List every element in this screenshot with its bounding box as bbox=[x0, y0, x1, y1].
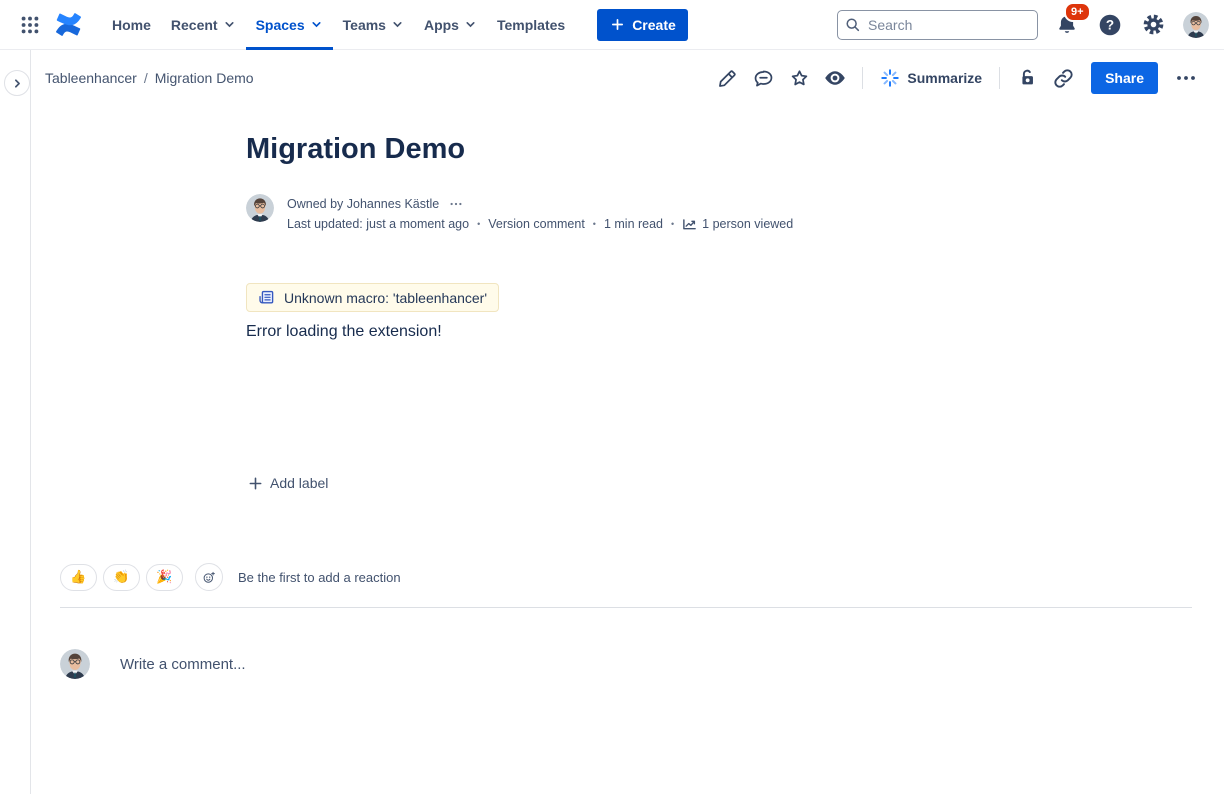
read-time: 1 min read bbox=[604, 214, 663, 234]
add-emoji-icon bbox=[202, 569, 216, 586]
byline-meta: Last updated: just a moment ago • Versio… bbox=[287, 214, 793, 234]
svg-text:?: ? bbox=[1106, 17, 1114, 32]
nav-recent-label: Recent bbox=[171, 17, 218, 33]
nav-home-label: Home bbox=[112, 17, 151, 33]
reactions-bar: 👍 👏 🎉 Be the first to add a reaction bbox=[60, 563, 401, 591]
views-label: 1 person viewed bbox=[702, 214, 793, 234]
nav-apps[interactable]: Apps bbox=[414, 0, 487, 50]
nav-teams[interactable]: Teams bbox=[333, 0, 414, 50]
last-updated-link[interactable]: Last updated: just a moment ago bbox=[287, 214, 469, 234]
nav-apps-label: Apps bbox=[424, 17, 459, 33]
app-switcher-icon[interactable] bbox=[16, 11, 44, 39]
unlock-icon[interactable] bbox=[1011, 62, 1043, 94]
chevron-down-icon bbox=[391, 18, 404, 31]
meta-separator: • bbox=[593, 214, 596, 234]
byline-text: Owned by Johannes Kästle Last updated: j… bbox=[287, 194, 793, 234]
add-label-text: Add label bbox=[270, 475, 328, 491]
thumbs-up-emoji: 👍 bbox=[70, 569, 86, 585]
create-button[interactable]: Create bbox=[597, 9, 688, 41]
add-reaction-button[interactable] bbox=[195, 563, 223, 591]
analytics-trend-icon bbox=[682, 217, 697, 232]
add-label-button[interactable]: Add label bbox=[246, 471, 330, 495]
notifications: 9+ bbox=[1053, 11, 1081, 39]
comment-bubble-icon[interactable] bbox=[747, 62, 779, 94]
extension-error-text: Error loading the extension! bbox=[246, 323, 958, 341]
breadcrumb-separator: / bbox=[144, 70, 148, 86]
page-content: Migration Demo Owned by Johannes Kästle … bbox=[246, 106, 958, 496]
topnav-right: 9+ ? bbox=[837, 10, 1210, 40]
owner-more-icon[interactable] bbox=[448, 196, 464, 212]
summarize-button[interactable]: Summarize bbox=[874, 64, 988, 92]
create-button-label: Create bbox=[632, 17, 676, 33]
page-header-bar: Tableenhancer / Migration Demo bbox=[31, 50, 1224, 106]
top-navigation: Home Recent Spaces Teams Apps Templates bbox=[0, 0, 1224, 50]
primary-nav: Home Recent Spaces Teams Apps Templates bbox=[102, 0, 575, 50]
unknown-macro-placeholder: Unknown macro: 'tableenhancer' bbox=[246, 283, 499, 312]
nav-spaces[interactable]: Spaces bbox=[246, 0, 333, 50]
meta-separator: • bbox=[477, 214, 480, 234]
nav-templates-label: Templates bbox=[497, 17, 565, 33]
nav-templates[interactable]: Templates bbox=[487, 0, 575, 50]
reaction-clap[interactable]: 👏 bbox=[103, 564, 140, 591]
byline: Owned by Johannes Kästle Last updated: j… bbox=[246, 194, 958, 234]
nav-teams-label: Teams bbox=[343, 17, 386, 33]
ai-sparkle-icon bbox=[880, 68, 900, 88]
write-comment-field[interactable]: Write a comment... bbox=[120, 656, 246, 673]
notifications-badge: 9+ bbox=[1064, 2, 1091, 22]
version-comment-link[interactable]: Version comment bbox=[488, 214, 585, 234]
avatar bbox=[1183, 12, 1209, 38]
help-icon[interactable]: ? bbox=[1096, 11, 1124, 39]
owner-avatar[interactable] bbox=[246, 194, 274, 222]
nav-spaces-label: Spaces bbox=[256, 17, 305, 33]
chevron-right-icon bbox=[11, 77, 24, 90]
sidebar-rail-divider bbox=[30, 50, 31, 794]
macro-scroll-icon bbox=[258, 289, 275, 306]
meta-separator: • bbox=[671, 214, 674, 234]
more-actions-icon[interactable] bbox=[1170, 62, 1202, 94]
owner-link[interactable]: Owned by Johannes Kästle bbox=[287, 194, 439, 214]
watch-eye-icon[interactable] bbox=[819, 62, 851, 94]
breadcrumb-page-link[interactable]: Migration Demo bbox=[155, 70, 254, 86]
plus-icon bbox=[248, 476, 263, 491]
summarize-label: Summarize bbox=[907, 70, 982, 86]
nav-recent[interactable]: Recent bbox=[161, 0, 246, 50]
toolbar-divider bbox=[862, 67, 863, 89]
chevron-down-icon bbox=[464, 18, 477, 31]
reaction-party[interactable]: 🎉 bbox=[146, 564, 183, 591]
breadcrumb-space-link[interactable]: Tableenhancer bbox=[45, 70, 137, 86]
chevron-down-icon bbox=[223, 18, 236, 31]
reaction-prompt: Be the first to add a reaction bbox=[238, 570, 401, 585]
page-title: Migration Demo bbox=[246, 131, 958, 167]
views-analytics[interactable]: 1 person viewed bbox=[682, 214, 793, 234]
search-input[interactable] bbox=[837, 10, 1038, 40]
comments-divider bbox=[60, 607, 1192, 608]
edit-pencil-icon[interactable] bbox=[711, 62, 743, 94]
comment-composer: Write a comment... bbox=[60, 649, 246, 679]
chevron-down-icon bbox=[310, 18, 323, 31]
plus-icon bbox=[609, 16, 626, 33]
toolbar-divider bbox=[999, 67, 1000, 89]
clap-emoji: 👏 bbox=[113, 569, 129, 585]
reaction-thumbs-up[interactable]: 👍 bbox=[60, 564, 97, 591]
profile-avatar[interactable] bbox=[1182, 11, 1210, 39]
share-button-label: Share bbox=[1105, 70, 1144, 86]
commenter-avatar bbox=[60, 649, 90, 679]
expand-sidebar-button[interactable] bbox=[4, 70, 30, 96]
confluence-logo-icon[interactable] bbox=[54, 11, 82, 39]
link-icon[interactable] bbox=[1047, 62, 1079, 94]
nav-home[interactable]: Home bbox=[102, 0, 161, 50]
unknown-macro-text: Unknown macro: 'tableenhancer' bbox=[284, 290, 487, 306]
page-toolbar: Summarize Share bbox=[711, 62, 1202, 94]
settings-gear-icon[interactable] bbox=[1139, 11, 1167, 39]
breadcrumb: Tableenhancer / Migration Demo bbox=[45, 70, 254, 86]
confluence-page: Home Recent Spaces Teams Apps Templates bbox=[0, 0, 1224, 794]
star-icon[interactable] bbox=[783, 62, 815, 94]
search-icon bbox=[845, 17, 861, 33]
search-box bbox=[837, 10, 1038, 40]
party-emoji: 🎉 bbox=[156, 569, 172, 585]
share-button[interactable]: Share bbox=[1091, 62, 1158, 94]
